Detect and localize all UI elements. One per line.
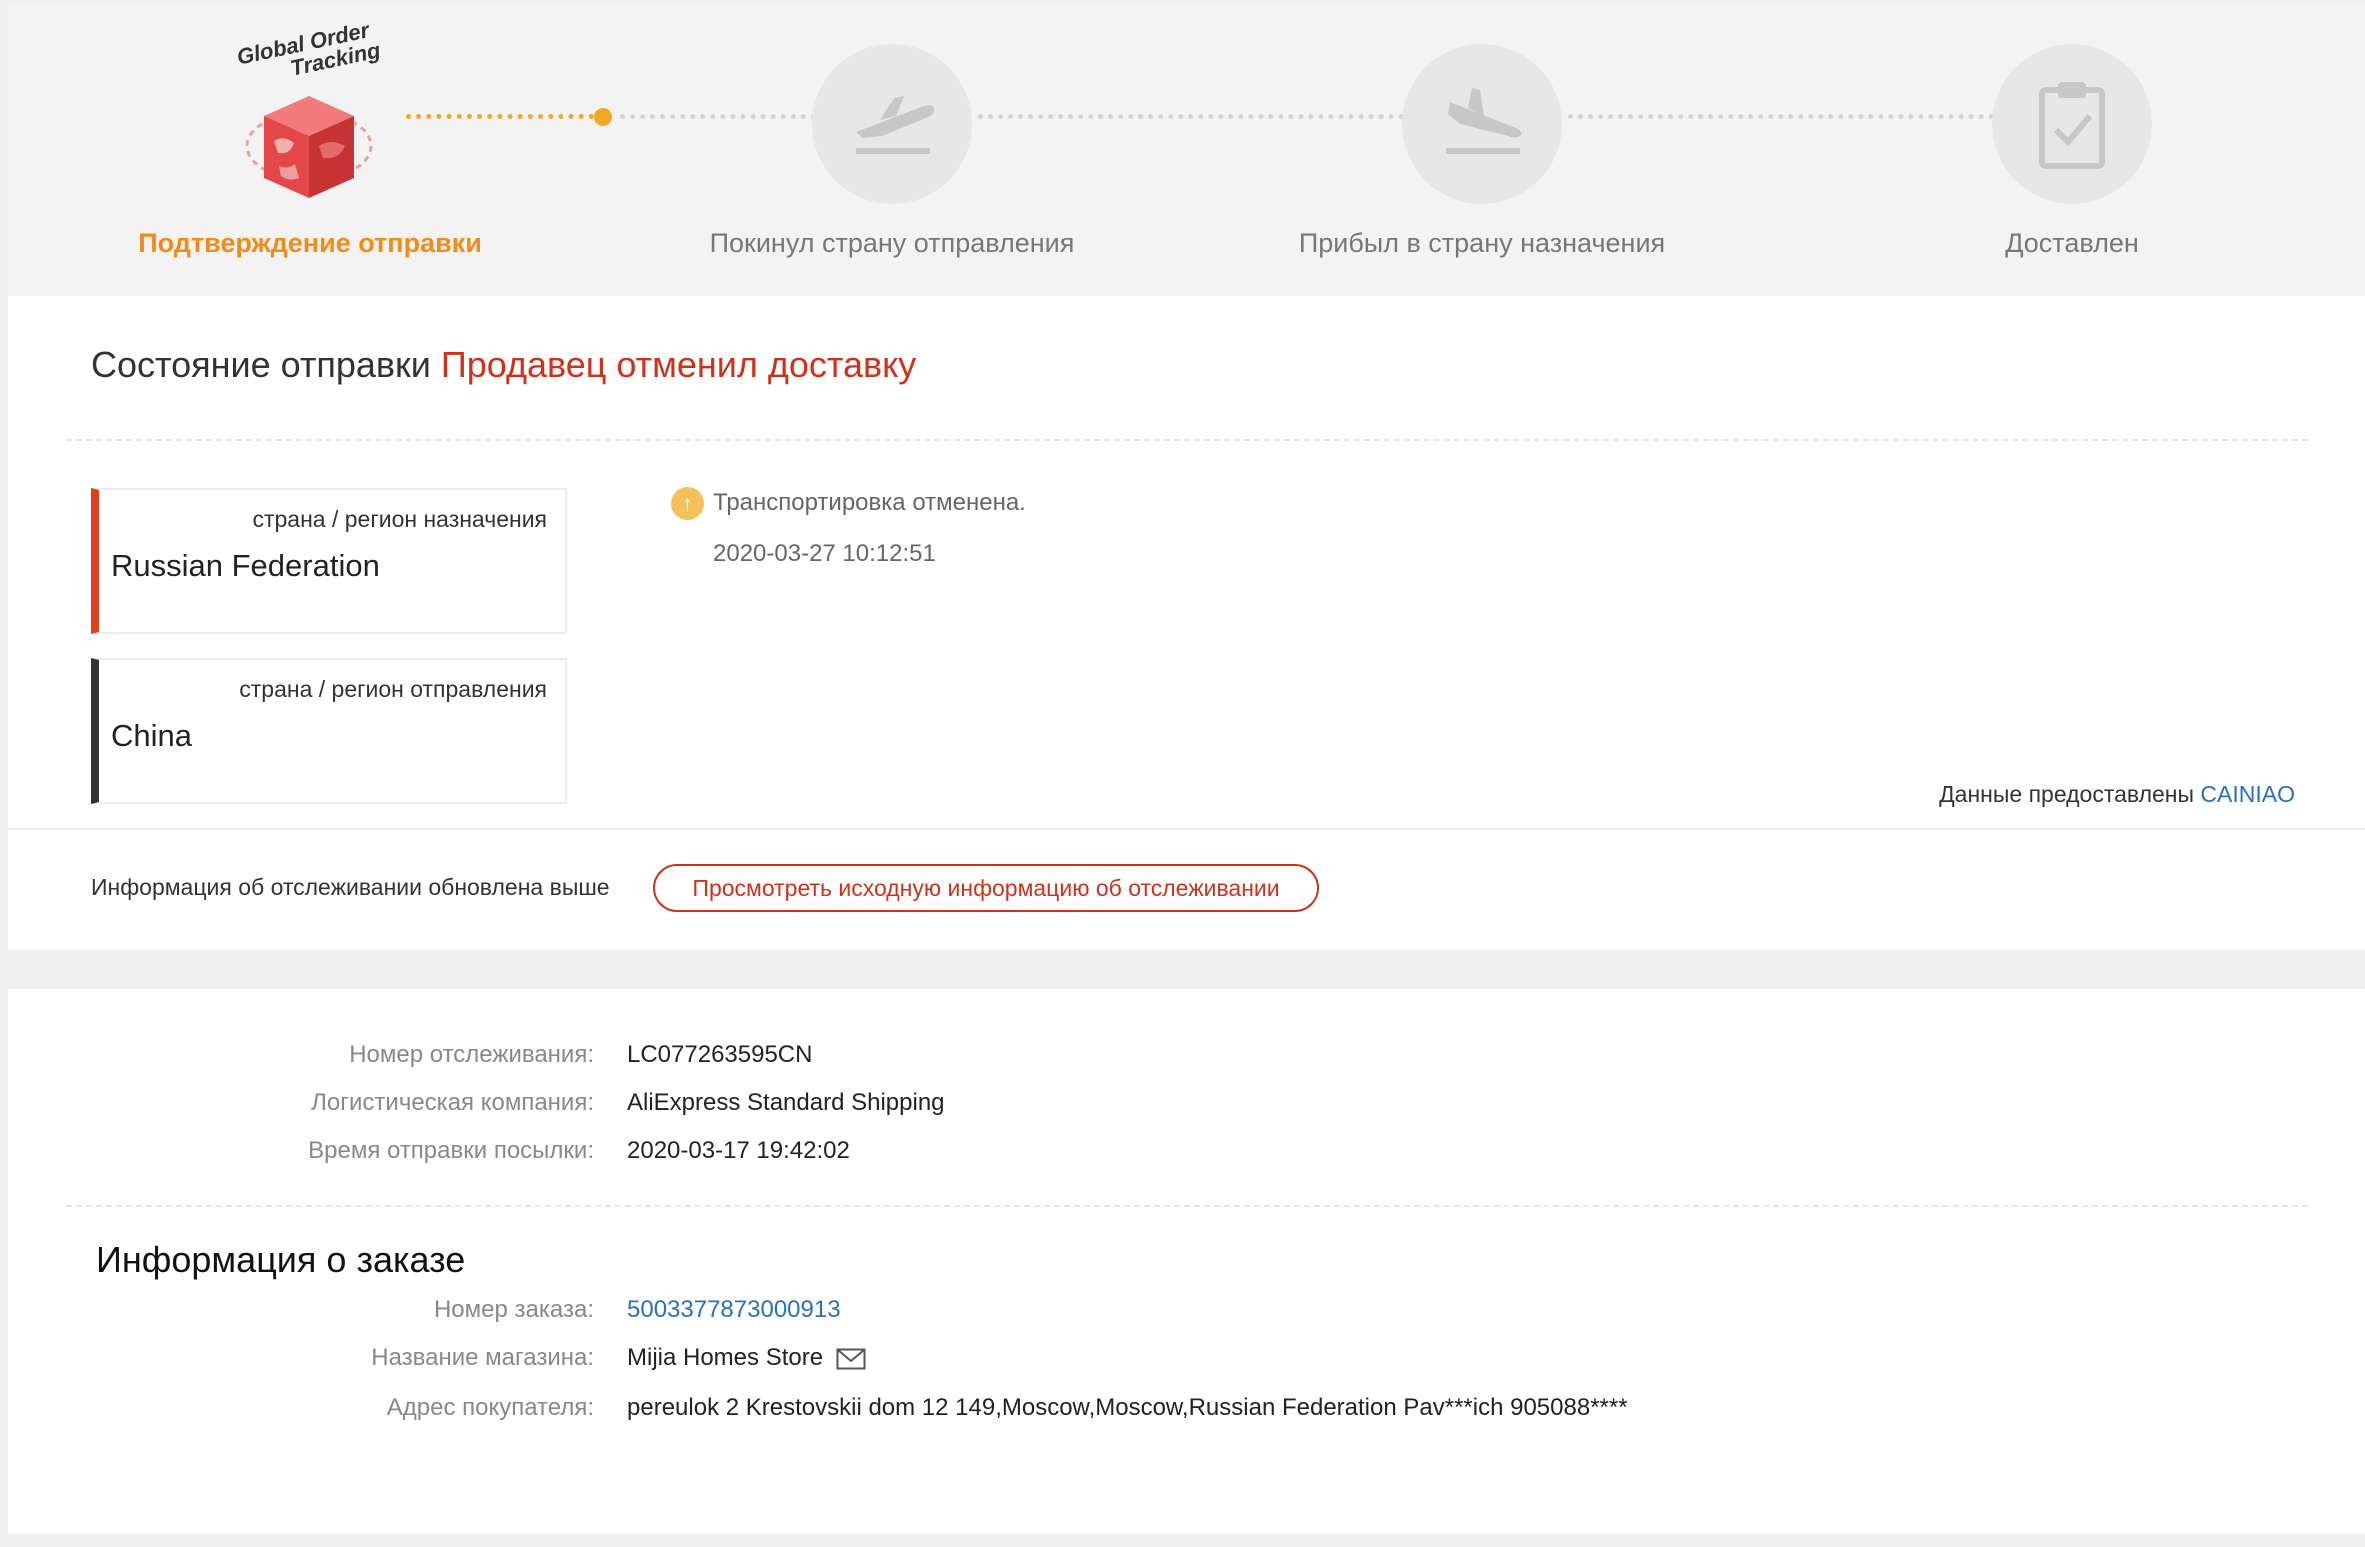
step-label-arrived: Прибыл в страну назначения	[1298, 228, 1666, 258]
divider	[66, 1205, 2308, 1207]
global-order-tracking-logo: Global Order Tracking	[218, 17, 418, 206]
tracking-event-time: 2020-03-27 10:12:51	[713, 540, 936, 567]
progress-line	[1568, 114, 1994, 119]
buyer-address-value: pereulok 2 Krestovskii dom 12 149,Moscow…	[627, 1394, 1628, 1421]
shipment-info-card: Номер отслеживания: LC077263595CN Логист…	[8, 989, 2365, 1534]
step-delivered-circle	[1992, 44, 2152, 204]
store-name-label: Название магазина:	[371, 1344, 594, 1371]
tracking-number-value: LC077263595CN	[627, 1041, 813, 1068]
logistics-company-label: Логистическая компания:	[311, 1089, 594, 1116]
tracking-number-label: Номер отслеживания:	[349, 1041, 594, 1068]
progress-line-done	[406, 114, 594, 119]
ship-time-value: 2020-03-17 19:42:02	[627, 1137, 850, 1164]
step-arrived-circle	[1402, 44, 1562, 204]
data-provider-label: Данные предоставлены	[1939, 781, 2195, 807]
logo-text: Global Order Tracking	[235, 17, 383, 90]
buyer-address-label: Адрес покупателя:	[386, 1394, 594, 1421]
order-number-label: Номер заказа:	[433, 1296, 594, 1323]
tracking-update-text: Информация об отслеживании обновлена выш…	[91, 874, 610, 900]
status-value: Продавец отменил доставку	[440, 344, 917, 385]
tracking-number-row: Номер отслеживания: LC077263595CN	[8, 1041, 2365, 1073]
view-original-tracking-button[interactable]: Просмотреть исходную информацию об отсле…	[653, 864, 1319, 912]
order-number-link[interactable]: 5003377873000913	[627, 1296, 841, 1324]
tracking-event-text: Транспортировка отменена.	[713, 489, 1026, 516]
store-name-value: Mijia Homes Store	[627, 1344, 824, 1371]
order-info-title: Информация о заказе	[96, 1239, 466, 1280]
package-cube-icon	[245, 96, 373, 198]
logistics-company-row: Логистическая компания: AliExpress Stand…	[8, 1089, 2365, 1121]
shipment-status-card: Состояние отправки Продавец отменил дост…	[8, 296, 2365, 950]
divider	[8, 828, 2365, 830]
step-label-confirmed: Подтверждение отправки	[138, 228, 482, 258]
data-provider: Данные предоставлены CAINIAO	[1939, 781, 2295, 808]
destination-label: страна / регион назначения	[252, 506, 547, 532]
origin-value: China	[111, 718, 192, 753]
origin-label: страна / регион отправления	[239, 676, 547, 702]
progress-current-dot	[594, 108, 612, 126]
destination-region-box: страна / регион назначения Russian Feder…	[91, 488, 567, 634]
plane-takeoff-icon	[856, 96, 934, 154]
step-departed-circle	[812, 44, 972, 204]
store-name-value-wrap: Mijia Homes Store	[627, 1344, 866, 1372]
status-label: Состояние отправки	[91, 344, 431, 385]
ship-time-row: Время отправки посылки: 2020-03-17 19:42…	[8, 1137, 2365, 1169]
progress-line	[978, 114, 1404, 119]
divider	[66, 439, 2308, 441]
info-up-arrow-icon: ↑	[671, 487, 704, 520]
tracking-progress: Global Order Tracking Подтверждение отпр…	[8, 4, 2365, 296]
shipment-status-heading: Состояние отправки Продавец отменил дост…	[91, 344, 916, 386]
progress-line	[620, 114, 816, 119]
mail-icon[interactable]	[836, 1348, 866, 1370]
destination-value: Russian Federation	[111, 548, 380, 583]
origin-region-box: страна / регион отправления China	[91, 658, 567, 804]
clipboard-check-icon	[2039, 82, 2105, 169]
cainiao-link[interactable]: CAINIAO	[2200, 781, 2295, 807]
plane-landing-icon	[1446, 88, 1522, 154]
logistics-company-value: AliExpress Standard Shipping	[627, 1089, 945, 1116]
order-number-row: Номер заказа: 5003377873000913	[8, 1296, 2365, 1328]
buyer-address-row: Адрес покупателя: pereulok 2 Krestovskii…	[8, 1394, 2365, 1426]
ship-time-label: Время отправки посылки:	[308, 1137, 594, 1164]
store-name-row: Название магазина: Mijia Homes Store	[8, 1344, 2365, 1376]
step-label-departed: Покинул страну отправления	[709, 228, 1075, 258]
step-label-delivered: Доставлен	[2005, 228, 2139, 258]
